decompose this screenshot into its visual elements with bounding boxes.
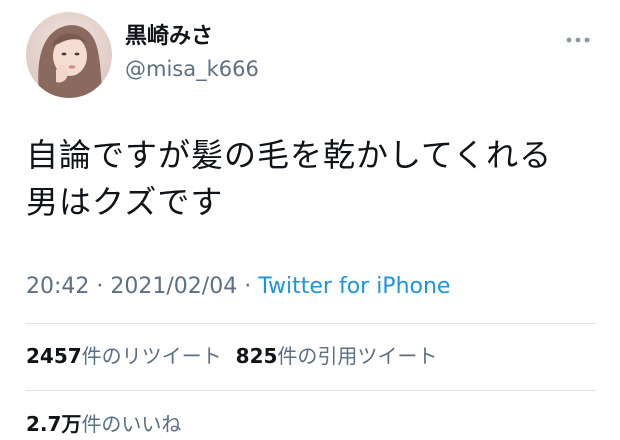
user-handle[interactable]: @misa_k666 [125,56,259,82]
meta-separator: · [96,274,104,299]
retweet-label: 件のリツイート [81,344,222,368]
quote-count: 825 [235,344,278,368]
likes-row: 2.7万件のいいね [26,411,181,437]
avatar[interactable] [26,12,112,98]
like-count: 2.7万 [26,412,82,436]
tweet-meta: 20:42 · 2021/02/04 · Twitter for iPhone [26,273,450,301]
quote-tweets-stat[interactable]: 825件の引用ツイート [236,343,438,369]
likes-stat[interactable]: 2.7万件のいいね [26,411,181,437]
tweet-text-line: 自論ですが髪の毛を乾かしてくれる [26,136,553,174]
tweet-source-link[interactable]: Twitter for iPhone [258,274,450,299]
quote-label: 件の引用ツイート [277,344,438,368]
tweet-text-line: 男はクズです [26,183,224,221]
tweet-text: 自論ですが髪の毛を乾かしてくれる 男はクズです [26,132,596,226]
more-horizontal-icon [566,37,590,43]
more-options-button[interactable] [560,30,596,50]
divider [26,323,596,324]
display-name[interactable]: 黒崎みさ [125,24,213,50]
engagement-stats: 2457件のリツイート 825件の引用ツイート [26,343,437,369]
divider [26,390,596,391]
profile-photo [26,12,112,98]
tweet-time[interactable]: 20:42 [26,274,89,299]
meta-separator: · [244,274,252,299]
retweets-stat[interactable]: 2457件のリツイート [26,343,222,369]
tweet-detail: 黒崎みさ @misa_k666 自論ですが髪の毛を乾かしてくれる 男はクズです … [0,0,620,440]
tweet-date[interactable]: 2021/02/04 [110,274,237,299]
retweet-count: 2457 [26,344,82,368]
like-label: 件のいいね [81,412,182,436]
